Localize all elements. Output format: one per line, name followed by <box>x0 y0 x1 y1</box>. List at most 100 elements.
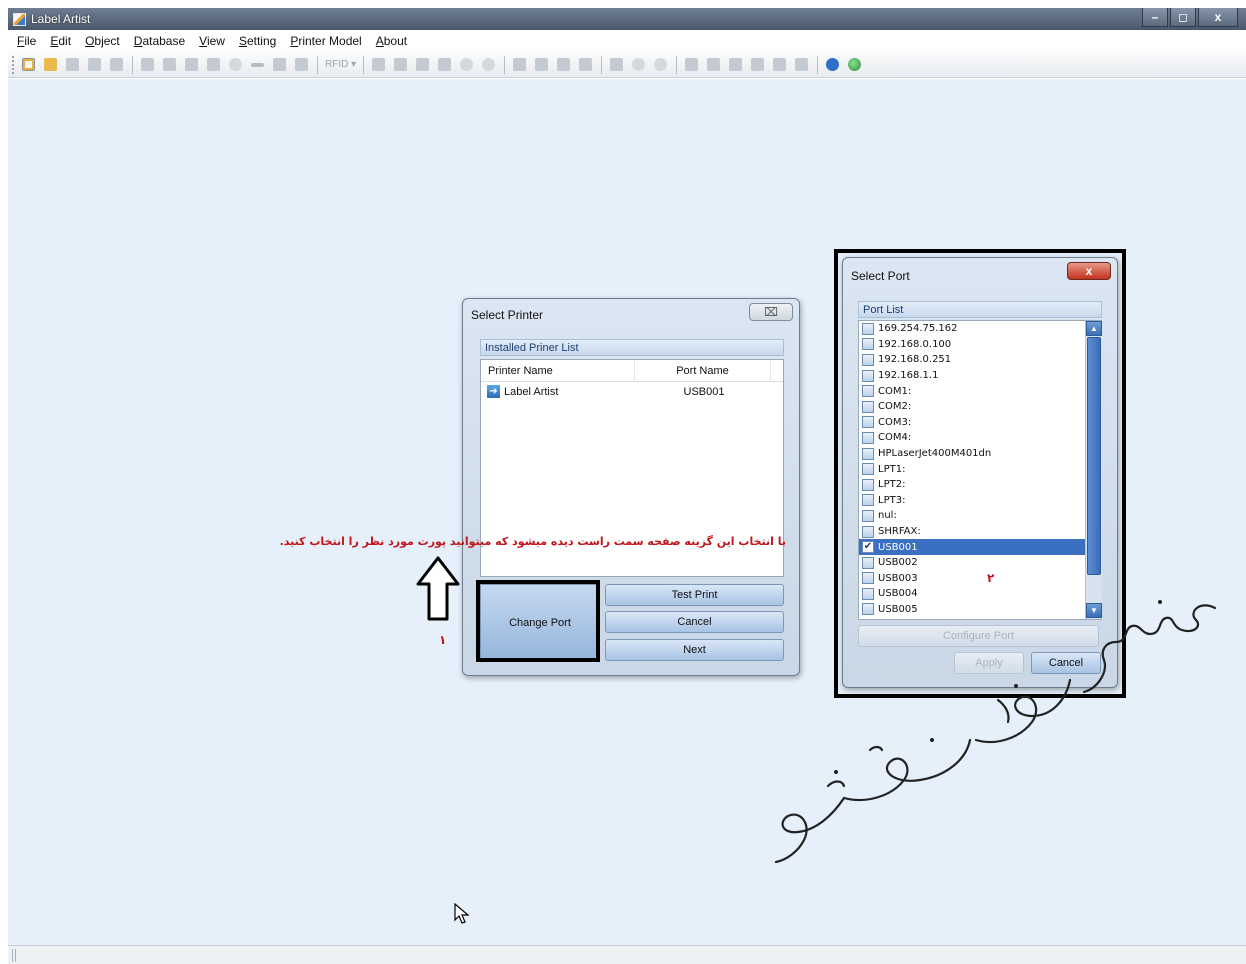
up-arrow-icon <box>416 556 460 621</box>
port-name: COM2: <box>878 401 912 413</box>
checkbox-icon[interactable] <box>862 572 874 585</box>
checkbox-icon[interactable] <box>862 322 874 335</box>
copy-icon <box>393 58 407 71</box>
distribute-h-button[interactable] <box>681 55 701 75</box>
scroll-thumb[interactable] <box>1087 337 1101 575</box>
same-width-button[interactable] <box>725 55 745 75</box>
menu-printer-model[interactable]: Printer Model <box>290 34 361 48</box>
port-list-item[interactable]: COM2: <box>859 399 1101 415</box>
table-tool-button[interactable] <box>269 55 289 75</box>
port-list-item[interactable]: HPLaserJet400M401dn <box>859 446 1101 462</box>
align-left-button[interactable] <box>509 55 529 75</box>
minimize-button[interactable]: – <box>1142 8 1168 27</box>
menu-setting[interactable]: Setting <box>239 34 276 48</box>
port-list-item[interactable]: COM1: <box>859 383 1101 399</box>
align-top-button[interactable] <box>575 55 595 75</box>
port-list-scrollbar[interactable]: ▲ ▼ <box>1085 321 1102 619</box>
distribute-v-button[interactable] <box>703 55 723 75</box>
checkbox-icon[interactable] <box>862 400 874 413</box>
port-list-item[interactable]: LPT2: <box>859 477 1101 493</box>
zoom-out-button[interactable] <box>650 55 670 75</box>
port-list[interactable]: 169.254.75.162 192.168.0.100 192.168.0.251… <box>858 320 1102 620</box>
redo-button[interactable] <box>478 55 498 75</box>
checkbox-icon[interactable] <box>862 431 874 444</box>
rotate-button[interactable] <box>791 55 811 75</box>
menu-database[interactable]: Database <box>134 34 185 48</box>
port-list-item[interactable]: USB002 <box>859 555 1101 571</box>
checkbox-icon[interactable] <box>862 369 874 382</box>
zoom-in-button[interactable] <box>628 55 648 75</box>
grid-button[interactable] <box>606 55 626 75</box>
cut-button[interactable] <box>368 55 388 75</box>
menu-bar: File Edit Object Database View Setting P… <box>8 30 1246 51</box>
checkbox-icon[interactable] <box>862 478 874 491</box>
printer-row[interactable]: ➔ Label Artist USB001 <box>481 382 783 401</box>
checkbox-checked-icon[interactable]: ✔ <box>862 541 874 554</box>
column-port-name[interactable]: Port Name <box>635 360 771 381</box>
scroll-up-button[interactable]: ▲ <box>1086 321 1102 336</box>
toolbar-grip[interactable] <box>12 55 15 74</box>
checkbox-icon[interactable] <box>862 447 874 460</box>
save-button[interactable] <box>62 55 82 75</box>
port-list-item[interactable]: USB003 <box>859 571 1101 587</box>
close-button[interactable]: x <box>1198 8 1238 27</box>
port-name: 169.254.75.162 <box>878 323 958 335</box>
copy-button[interactable] <box>390 55 410 75</box>
port-list-item[interactable]: COM4: <box>859 430 1101 446</box>
menu-view[interactable]: View <box>199 34 225 48</box>
maximize-button[interactable]: ◻ <box>1170 8 1196 27</box>
same-height-icon <box>750 58 764 71</box>
dialog-close-button[interactable]: x <box>1067 262 1111 280</box>
checkbox-icon[interactable] <box>862 509 874 522</box>
checkbox-icon[interactable] <box>862 338 874 351</box>
checkbox-icon[interactable] <box>862 416 874 429</box>
next-button[interactable]: Next <box>605 639 784 661</box>
ellipse-tool-button[interactable] <box>225 55 245 75</box>
center-button[interactable] <box>769 55 789 75</box>
align-right-button[interactable] <box>553 55 573 75</box>
port-list-item[interactable]: LPT3: <box>859 493 1101 509</box>
same-height-button[interactable] <box>747 55 767 75</box>
rfid-dropdown[interactable]: RFID ▾ <box>325 59 356 70</box>
align-center-button[interactable] <box>531 55 551 75</box>
dialog-close-button[interactable]: ⌧ <box>749 303 793 321</box>
port-list-item[interactable]: nul: <box>859 508 1101 524</box>
port-list-item[interactable]: 169.254.75.162 <box>859 321 1101 337</box>
new-document-button[interactable] <box>18 55 38 75</box>
text-tool-button[interactable] <box>137 55 157 75</box>
port-list-item[interactable]: 192.168.1.1 <box>859 368 1101 384</box>
port-list-item[interactable]: SHRFAX: <box>859 524 1101 540</box>
checkbox-icon[interactable] <box>862 353 874 366</box>
barcode-tool-button[interactable] <box>181 55 201 75</box>
port-list-item[interactable]: 192.168.0.251 <box>859 352 1101 368</box>
test-print-button[interactable]: Test Print <box>605 584 784 606</box>
checkbox-icon[interactable] <box>862 385 874 398</box>
line-tool-button[interactable] <box>247 55 267 75</box>
help-button[interactable] <box>822 55 842 75</box>
save-as-button[interactable] <box>84 55 104 75</box>
port-list-item[interactable]: ✔ USB001 <box>859 539 1101 555</box>
cancel-button[interactable]: Cancel <box>605 611 784 633</box>
port-list-item[interactable]: LPT1: <box>859 461 1101 477</box>
rectangle-tool-button[interactable] <box>203 55 223 75</box>
checkbox-icon[interactable] <box>862 494 874 507</box>
undo-button[interactable] <box>456 55 476 75</box>
database-tool-button[interactable] <box>291 55 311 75</box>
checkbox-icon[interactable] <box>862 525 874 538</box>
image-tool-button[interactable] <box>159 55 179 75</box>
checkbox-icon[interactable] <box>862 556 874 569</box>
checkbox-icon[interactable] <box>862 463 874 476</box>
column-printer-name[interactable]: Printer Name <box>481 360 635 381</box>
align-left-icon <box>512 58 526 71</box>
menu-file[interactable]: File <box>17 34 36 48</box>
port-list-item[interactable]: 192.168.0.100 <box>859 337 1101 353</box>
port-list-item[interactable]: COM3: <box>859 415 1101 431</box>
web-button[interactable] <box>844 55 864 75</box>
menu-object[interactable]: Object <box>85 34 120 48</box>
paste-button[interactable] <box>412 55 432 75</box>
open-button[interactable] <box>40 55 60 75</box>
print-button[interactable] <box>106 55 126 75</box>
menu-about[interactable]: About <box>376 34 407 48</box>
delete-button[interactable] <box>434 55 454 75</box>
menu-edit[interactable]: Edit <box>50 34 71 48</box>
